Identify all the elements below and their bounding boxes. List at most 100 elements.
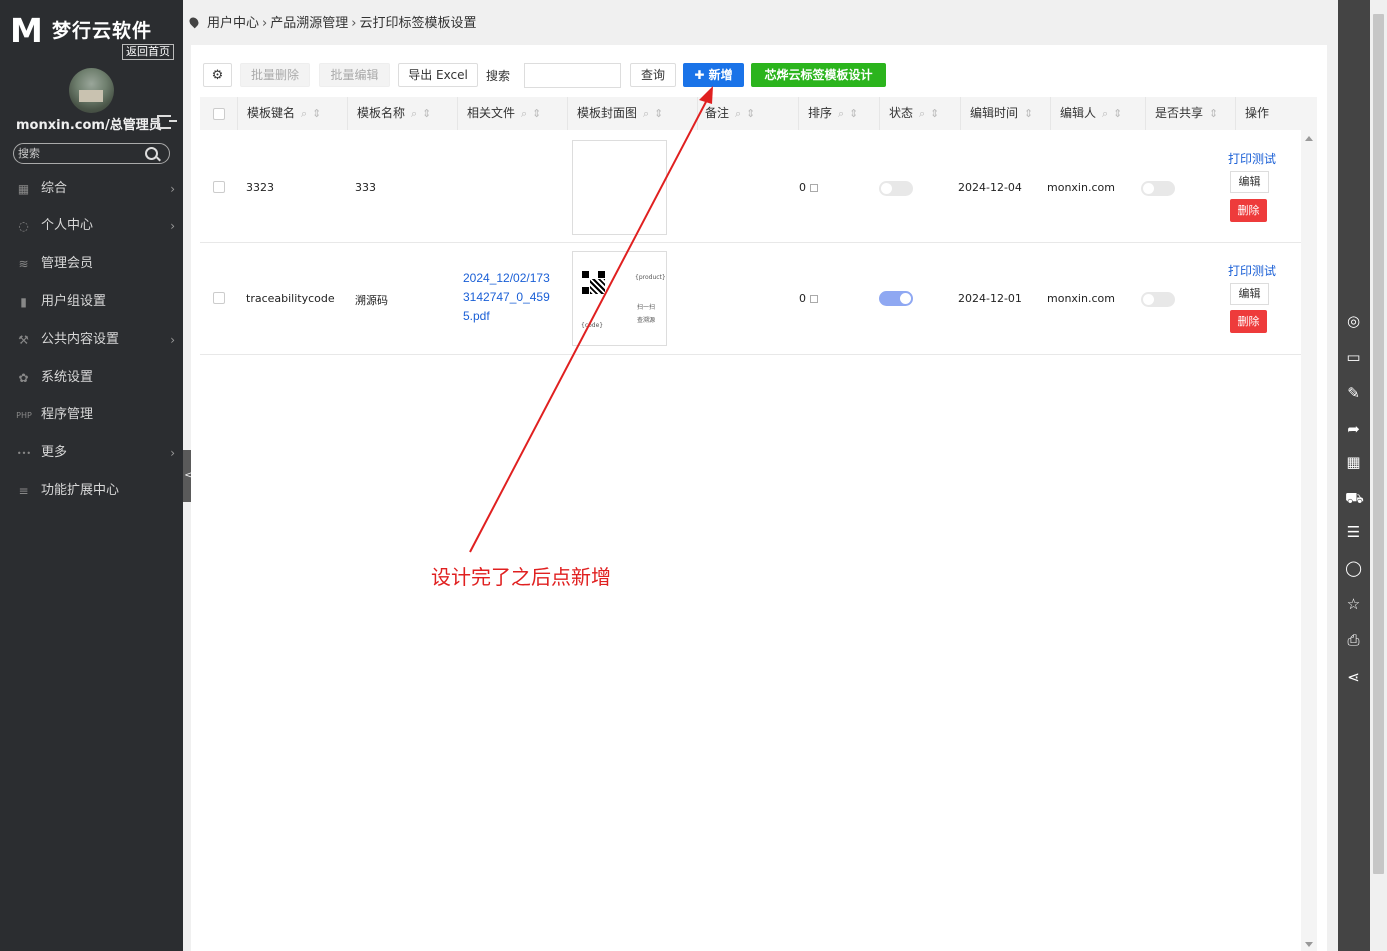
editor: monxin.com bbox=[1047, 181, 1115, 194]
row-divider bbox=[200, 354, 1301, 355]
share-icon[interactable]: ⋖ bbox=[1345, 669, 1362, 686]
comment-icon[interactable]: ▭ bbox=[1345, 349, 1362, 366]
sort-filter-icon[interactable]: ⇕ bbox=[1024, 107, 1038, 120]
column-header[interactable]: 编辑人 ⌕⇕ bbox=[1060, 97, 1127, 130]
sort-filter-icon[interactable]: ⌕⇕ bbox=[919, 107, 944, 120]
column-header[interactable]: 模板键名 ⌕⇕ bbox=[247, 97, 326, 130]
cover-code-text: {code} bbox=[581, 322, 604, 329]
list-icon[interactable]: ☰ bbox=[1345, 524, 1362, 541]
edit-icon[interactable]: ✎ bbox=[1345, 385, 1362, 402]
settings-button[interactable]: ⚙ bbox=[203, 63, 232, 87]
search-label: 搜索 bbox=[486, 69, 511, 83]
sidebar-item-label: 管理会员 bbox=[41, 256, 94, 271]
status-toggle[interactable] bbox=[879, 181, 913, 196]
column-header[interactable]: 编辑时间 ⇕ bbox=[970, 97, 1038, 130]
logo[interactable]: M 梦行云软件 返回首页 bbox=[10, 14, 175, 60]
sidebar-item[interactable]: ⚒ 公共内容设置 › bbox=[0, 322, 183, 358]
wechat-icon[interactable]: ◎ bbox=[1345, 313, 1362, 330]
column-header[interactable]: 相关文件 ⌕⇕ bbox=[467, 97, 546, 130]
delete-button[interactable]: 删除 bbox=[1230, 310, 1267, 333]
gear-icon: ⚙ bbox=[211, 68, 224, 83]
edit-small-icon[interactable] bbox=[810, 295, 818, 303]
sidebar-item[interactable]: ••• 更多 › bbox=[0, 435, 183, 471]
avatar[interactable] bbox=[69, 68, 114, 113]
user-name[interactable]: monxin.com/总管理员 bbox=[16, 114, 162, 133]
sidebar-item[interactable]: PHP 程序管理 bbox=[0, 397, 183, 433]
right-toolbar bbox=[1338, 0, 1370, 951]
search-icon[interactable] bbox=[145, 147, 158, 160]
sort-filter-icon[interactable]: ⌕⇕ bbox=[838, 107, 863, 120]
edit-button[interactable]: 编辑 bbox=[1230, 171, 1269, 193]
column-header[interactable]: 排序 ⌕⇕ bbox=[808, 97, 863, 130]
shared-toggle[interactable] bbox=[1141, 292, 1175, 307]
menu-lines-icon: ≡ bbox=[18, 484, 29, 498]
search-input[interactable] bbox=[524, 63, 621, 88]
add-button[interactable]: ✚ 新增 bbox=[683, 63, 744, 87]
column-header[interactable]: 备注 ⌕⇕ bbox=[705, 97, 760, 130]
breadcrumb-item[interactable]: 产品溯源管理 bbox=[270, 16, 348, 31]
sort-filter-icon[interactable]: ⌕⇕ bbox=[301, 107, 326, 120]
sidebar-item[interactable]: ◌ 个人中心 › bbox=[0, 208, 183, 244]
user-icon[interactable]: ◯ bbox=[1345, 560, 1362, 577]
sort-filter-icon[interactable]: ⌕⇕ bbox=[735, 107, 760, 120]
sort-filter-icon[interactable]: ⇕ bbox=[1209, 107, 1223, 120]
sidebar-item[interactable]: ≋ 管理会员 bbox=[0, 246, 183, 282]
row-checkbox[interactable] bbox=[213, 292, 225, 304]
cart-icon[interactable]: ⛟ bbox=[1345, 490, 1364, 507]
print-test-link[interactable]: 打印测试 bbox=[1228, 262, 1276, 279]
sort-filter-icon[interactable]: ⌕⇕ bbox=[643, 107, 668, 120]
column-header[interactable]: 状态 ⌕⇕ bbox=[889, 97, 944, 130]
page-scrollbar[interactable] bbox=[1370, 0, 1387, 951]
print-test-link[interactable]: 打印测试 bbox=[1228, 150, 1276, 167]
column-header[interactable]: 是否共享 ⇕ bbox=[1155, 97, 1223, 130]
query-button[interactable]: 查询 bbox=[630, 63, 676, 87]
sort-value[interactable]: 0 bbox=[799, 292, 818, 305]
edit-small-icon[interactable] bbox=[810, 184, 818, 192]
sidebar-item-label: 个人中心 bbox=[41, 218, 94, 233]
sort-value[interactable]: 0 bbox=[799, 181, 818, 194]
table-scrollbar[interactable] bbox=[1301, 130, 1317, 951]
home-link[interactable]: 返回首页 bbox=[122, 44, 174, 60]
edit-button[interactable]: 编辑 bbox=[1230, 283, 1269, 305]
row-checkbox[interactable] bbox=[213, 181, 225, 193]
gear-icon: ✿ bbox=[18, 371, 29, 385]
scroll-thumb[interactable] bbox=[1373, 14, 1384, 874]
status-toggle[interactable] bbox=[879, 291, 913, 306]
column-header-label: 备注 bbox=[705, 106, 730, 120]
logout-icon[interactable] bbox=[157, 115, 177, 129]
column-header[interactable]: 模板名称 ⌕⇕ bbox=[357, 97, 436, 130]
sort-filter-icon[interactable]: ⌕⇕ bbox=[411, 107, 436, 120]
breadcrumb: 用户中心 › 产品溯源管理 › 云打印标签模板设置 bbox=[187, 12, 477, 31]
sidebar-item[interactable]: ▮ 用户组设置 bbox=[0, 284, 183, 320]
sort-filter-icon[interactable]: ⌕⇕ bbox=[1102, 107, 1127, 120]
sidebar-item[interactable]: ≡ 功能扩展中心 bbox=[0, 473, 183, 509]
select-all-checkbox[interactable] bbox=[213, 108, 225, 120]
sidebar-item[interactable]: ✿ 系统设置 bbox=[0, 360, 183, 396]
template-design-button[interactable]: 芯烨云标签模板设计 bbox=[751, 63, 886, 87]
row-divider bbox=[200, 242, 1301, 243]
share-forward-icon[interactable]: ➦ bbox=[1345, 421, 1362, 438]
template-cover-image[interactable] bbox=[572, 140, 667, 235]
print-icon[interactable]: ⎙ bbox=[1345, 632, 1362, 649]
breadcrumb-item[interactable]: 用户中心 bbox=[207, 16, 259, 31]
star-icon[interactable]: ☆ bbox=[1345, 596, 1362, 613]
tools-icon: ⚒ bbox=[18, 333, 29, 347]
sort-filter-icon[interactable]: ⌕⇕ bbox=[521, 107, 546, 120]
column-header-label: 状态 bbox=[889, 106, 914, 120]
column-header[interactable]: 模板封面图 ⌕⇕ bbox=[577, 97, 668, 130]
breadcrumb-item: 云打印标签模板设置 bbox=[359, 16, 477, 31]
brand-name: 梦行云软件 bbox=[52, 20, 153, 42]
batch-delete-button[interactable]: 批量删除 bbox=[240, 63, 310, 87]
column-divider bbox=[237, 97, 238, 130]
qrcode-icon[interactable]: ▦ bbox=[1345, 454, 1362, 471]
sidebar-item-label: 更多 bbox=[41, 445, 68, 460]
template-cover-image[interactable]: {product} 扫一扫 查溯源 {code} bbox=[572, 251, 667, 346]
sidebar-item[interactable]: ▦ 综合 › bbox=[0, 171, 183, 207]
export-excel-button[interactable]: 导出 Excel bbox=[398, 63, 478, 87]
column-header[interactable]: 操作 bbox=[1245, 97, 1269, 130]
related-file-link[interactable]: 2024_12/02/173 3142747_0_459 5.pdf bbox=[463, 269, 563, 326]
shared-toggle[interactable] bbox=[1141, 181, 1175, 196]
delete-button[interactable]: 删除 bbox=[1230, 199, 1267, 222]
column-divider bbox=[457, 97, 458, 130]
batch-edit-button[interactable]: 批量编辑 bbox=[319, 63, 390, 87]
